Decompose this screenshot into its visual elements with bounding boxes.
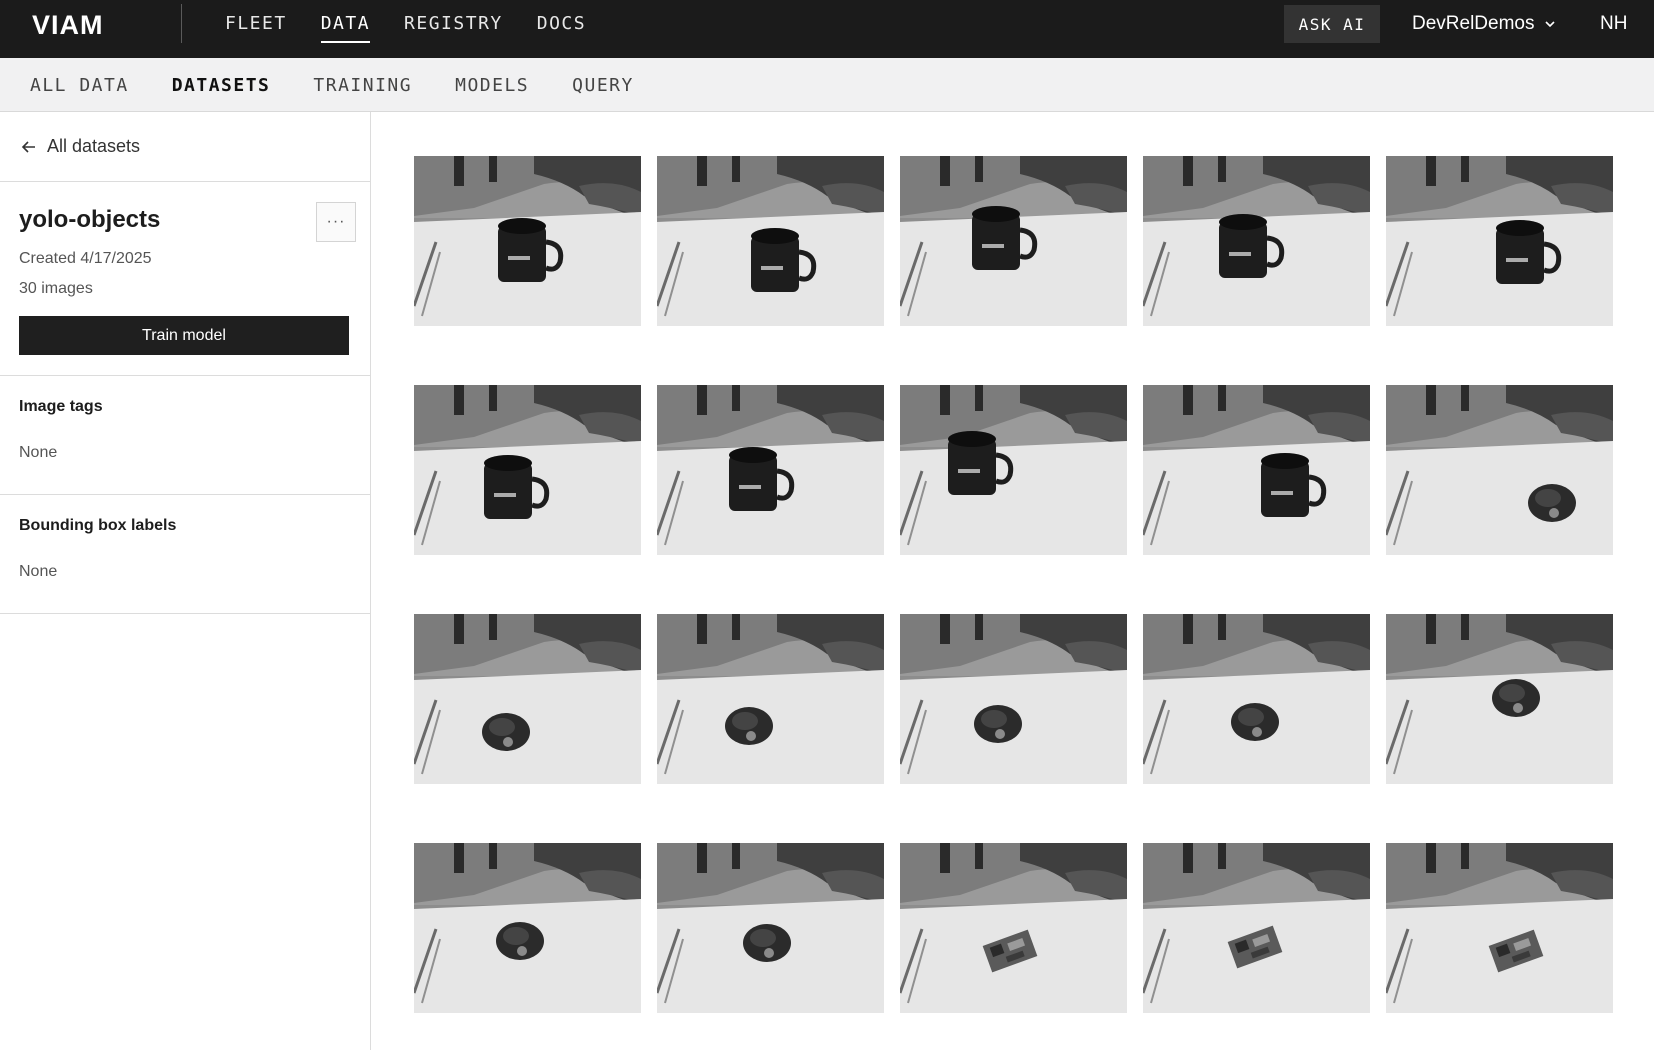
more-horizontal-icon: ··· [326,213,346,230]
dataset-sidebar: All datasets yolo-objects ··· Created 4/… [0,112,371,1050]
dataset-image-thumbnail[interactable] [900,614,1127,784]
image-tags-title: Image tags [19,398,103,415]
dataset-created-date: Created 4/17/2025 [19,250,152,267]
dataset-image-thumbnail[interactable] [1386,385,1613,555]
dataset-image-thumbnail[interactable] [1386,843,1613,1013]
subnav-query[interactable]: QUERY [572,75,634,96]
bounding-box-labels-section: Bounding box labels None [0,495,370,614]
dataset-image-thumbnail[interactable] [1143,614,1370,784]
top-navigation-bar: VIAM FLEET DATA REGISTRY DOCS ASK AI Dev… [0,0,1654,58]
dataset-image-thumbnail[interactable] [1386,156,1613,326]
subnav-models[interactable]: MODELS [455,75,529,96]
nav-data[interactable]: DATA [304,0,387,48]
image-tags-value: None [19,444,58,461]
dataset-more-button[interactable]: ··· [316,202,356,242]
viam-logo[interactable]: VIAM [32,12,140,36]
logo-divider [181,4,182,43]
nav-registry[interactable]: REGISTRY [387,0,520,48]
image-gallery [414,156,1613,1013]
dataset-title: yolo-objects [19,206,161,233]
dataset-image-thumbnail[interactable] [414,843,641,1013]
bounding-box-labels-title: Bounding box labels [19,517,177,534]
dataset-image-count: 30 images [19,280,93,297]
ask-ai-button[interactable]: ASK AI [1284,5,1380,43]
train-model-button[interactable]: Train model [19,316,349,355]
dataset-image-thumbnail[interactable] [900,843,1127,1013]
dataset-image-thumbnail[interactable] [657,614,884,784]
subnav-training[interactable]: TRAINING [313,75,412,96]
user-avatar[interactable]: NH [1600,0,1627,48]
dataset-image-thumbnail[interactable] [1143,843,1370,1013]
dataset-details: yolo-objects ··· Created 4/17/2025 30 im… [0,182,370,376]
dataset-image-thumbnail[interactable] [1143,385,1370,555]
bounding-box-labels-value: None [19,563,58,580]
dataset-image-thumbnail[interactable] [414,614,641,784]
nav-docs[interactable]: DOCS [520,0,603,48]
primary-nav: FLEET DATA REGISTRY DOCS [225,0,603,48]
subnav-all-data[interactable]: ALL DATA [30,75,129,96]
org-switcher[interactable]: DevRelDemos [1412,0,1556,48]
back-link-label: All datasets [47,136,141,156]
dataset-image-thumbnail[interactable] [414,385,641,555]
org-name: DevRelDemos [1412,13,1535,34]
dataset-image-thumbnail[interactable] [1386,614,1613,784]
svg-text:VIAM: VIAM [32,12,104,36]
dataset-image-thumbnail[interactable] [1143,156,1370,326]
data-subnav-bar: ALL DATA DATASETS TRAINING MODELS QUERY [0,58,1654,112]
chevron-down-icon [1545,21,1556,28]
image-tags-section: Image tags None [0,376,370,495]
dataset-image-thumbnail[interactable] [414,156,641,326]
arrow-left-icon [21,140,35,153]
dataset-image-thumbnail[interactable] [657,156,884,326]
back-to-datasets-link[interactable]: All datasets [0,112,370,182]
dataset-image-thumbnail[interactable] [900,385,1127,555]
dataset-image-thumbnail[interactable] [657,385,884,555]
dataset-image-thumbnail[interactable] [900,156,1127,326]
dataset-image-thumbnail[interactable] [657,843,884,1013]
nav-fleet[interactable]: FLEET [225,0,304,48]
subnav-datasets[interactable]: DATASETS [172,75,271,96]
